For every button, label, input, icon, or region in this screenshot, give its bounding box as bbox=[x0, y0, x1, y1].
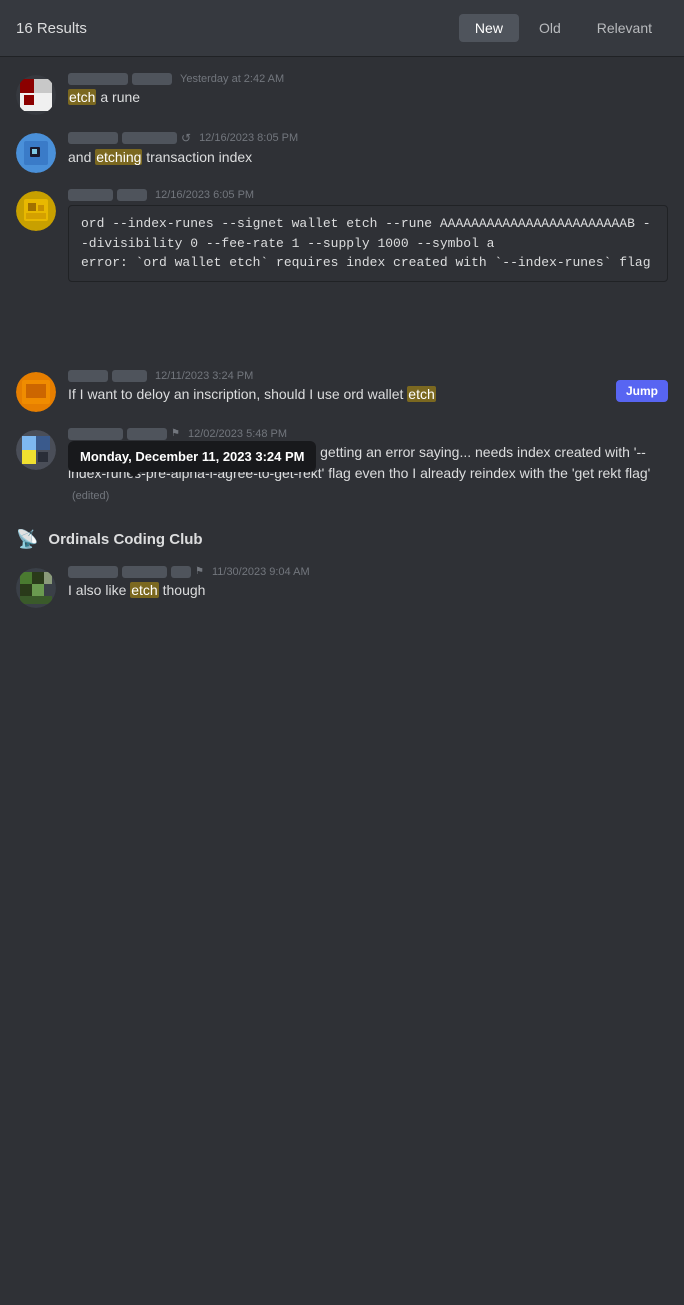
avatar bbox=[16, 372, 56, 412]
jump-button[interactable]: Jump bbox=[616, 380, 668, 402]
timestamp: 12/02/2023 5:48 PM bbox=[188, 428, 287, 440]
name-block bbox=[122, 132, 177, 144]
message-item: ↺ 12/16/2023 8:05 PM and etching transac… bbox=[0, 123, 684, 181]
message-meta: ⚑ 11/30/2023 9:04 AM bbox=[68, 566, 668, 578]
avatar bbox=[16, 430, 56, 470]
avatar bbox=[16, 191, 56, 231]
name-block bbox=[171, 566, 191, 578]
message-text-segment: though bbox=[163, 582, 206, 598]
name-block bbox=[68, 189, 113, 201]
timestamp: 11/30/2023 9:04 AM bbox=[212, 566, 310, 578]
message-text-segment: a rune bbox=[100, 89, 140, 105]
message-text-segment: I also like bbox=[68, 582, 130, 598]
timestamp: 12/16/2023 8:05 PM bbox=[199, 132, 298, 144]
name-block bbox=[132, 73, 172, 85]
username-placeholder bbox=[68, 370, 147, 382]
highlight-word: etch bbox=[407, 386, 435, 402]
sort-tabs: New Old Relevant bbox=[459, 14, 668, 42]
message-text: etch a rune bbox=[68, 87, 668, 108]
name-block bbox=[68, 132, 118, 144]
message-text-segment: If I want to deloy an inscription, shoul… bbox=[68, 386, 407, 402]
highlight-word: etch bbox=[68, 89, 96, 105]
search-results-header: 16 Results New Old Relevant bbox=[0, 0, 684, 57]
message-item: ⚑ 11/30/2023 9:04 AM I also like etch th… bbox=[0, 558, 684, 616]
timestamp: 12/11/2023 3:24 PM bbox=[155, 370, 253, 382]
message-content: 12/11/2023 3:24 PM If I want to deloy an… bbox=[68, 370, 668, 405]
name-block bbox=[117, 189, 147, 201]
avatar bbox=[16, 133, 56, 173]
tooltip: Monday, December 11, 2023 3:24 PM bbox=[68, 441, 316, 472]
message-item: 12/11/2023 3:24 PM If I want to deloy an… bbox=[0, 362, 684, 420]
timestamp: Yesterday at 2:42 AM bbox=[180, 73, 284, 85]
message-text-segment: transaction index bbox=[146, 149, 252, 165]
edited-label: (edited) bbox=[72, 490, 109, 502]
highlight-word: etch bbox=[130, 582, 158, 598]
section-icon: 📡 bbox=[16, 529, 38, 550]
message-meta: ↺ 12/16/2023 8:05 PM bbox=[68, 131, 668, 145]
tab-new[interactable]: New bbox=[459, 14, 519, 42]
username-placeholder bbox=[68, 73, 172, 85]
message-content: ⚑ 11/30/2023 9:04 AM I also like etch th… bbox=[68, 566, 668, 601]
message-text: I also like etch though bbox=[68, 580, 668, 601]
message-content: Yesterday at 2:42 AM etch a rune bbox=[68, 73, 668, 108]
section-divider: 📡 Ordinals Coding Club bbox=[0, 513, 684, 558]
results-count: 16 Results bbox=[16, 20, 459, 37]
highlight-word: etching bbox=[95, 149, 142, 165]
username-placeholder: ⚑ bbox=[68, 566, 204, 578]
message-content: ↺ 12/16/2023 8:05 PM and etching transac… bbox=[68, 131, 668, 168]
section-label: Ordinals Coding Club bbox=[48, 531, 202, 548]
message-meta: Yesterday at 2:42 AM bbox=[68, 73, 668, 85]
message-content: 12/16/2023 6:05 PM ord --index-runes --s… bbox=[68, 189, 668, 282]
username-placeholder: ⚑ bbox=[68, 428, 180, 440]
message-item: Yesterday at 2:42 AM etch a rune bbox=[0, 65, 684, 123]
code-block: ord --index-runes --signet wallet etch -… bbox=[68, 205, 668, 282]
message-meta: 12/11/2023 3:24 PM bbox=[68, 370, 608, 382]
message-text: and etching transaction index bbox=[68, 147, 668, 168]
name-block bbox=[68, 370, 108, 382]
timestamp: 12/16/2023 6:05 PM bbox=[155, 189, 254, 201]
name-block bbox=[68, 566, 118, 578]
name-block bbox=[68, 73, 128, 85]
username-placeholder bbox=[68, 189, 147, 201]
name-block bbox=[68, 428, 123, 440]
message-meta: ⚑ 12/02/2023 5:48 PM bbox=[68, 428, 668, 440]
tab-relevant[interactable]: Relevant bbox=[581, 14, 668, 42]
avatar bbox=[16, 568, 56, 608]
name-block bbox=[127, 428, 167, 440]
message-text-segment: and bbox=[68, 149, 95, 165]
badge-icon: ⚑ bbox=[171, 428, 180, 439]
avatar bbox=[16, 75, 56, 115]
icon-refresh: ↺ bbox=[181, 131, 191, 145]
message-text: If I want to deloy an inscription, shoul… bbox=[68, 384, 608, 405]
message-item: 12/16/2023 6:05 PM ord --index-runes --s… bbox=[0, 181, 684, 362]
results-list: Yesterday at 2:42 AM etch a rune ↺ bbox=[0, 57, 684, 624]
message-meta: 12/16/2023 6:05 PM bbox=[68, 189, 668, 201]
name-block bbox=[122, 566, 167, 578]
name-block bbox=[112, 370, 147, 382]
username-placeholder: ↺ bbox=[68, 131, 191, 145]
badge-icon: ⚑ bbox=[195, 566, 204, 577]
tab-old[interactable]: Old bbox=[523, 14, 577, 42]
